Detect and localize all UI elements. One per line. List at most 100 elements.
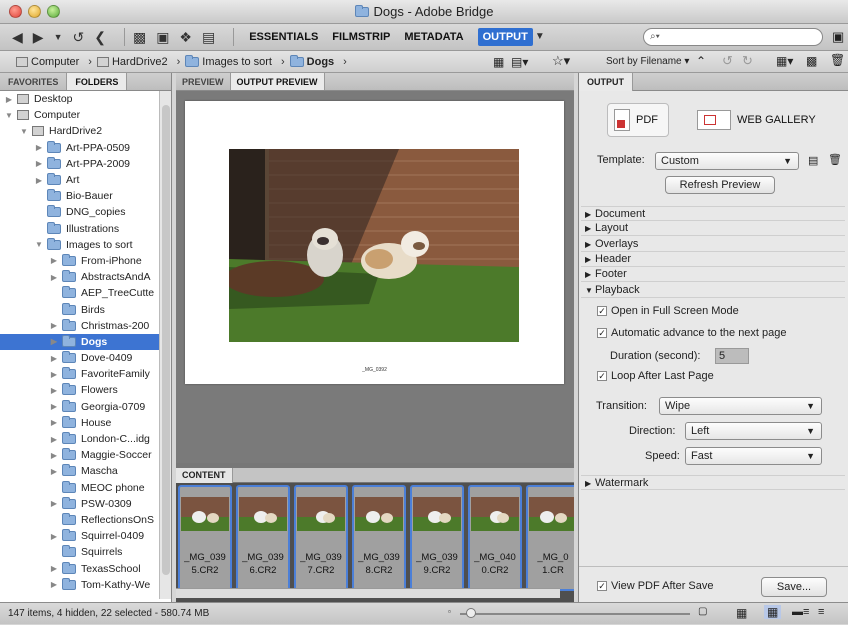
- section-overlays[interactable]: ▶ Overlays: [581, 237, 845, 252]
- save-template-icon[interactable]: ▤: [808, 154, 818, 167]
- disclosure-closed-icon[interactable]: ▶: [4, 95, 14, 104]
- back-arrow-icon[interactable]: ◀: [12, 30, 23, 44]
- folder-tree-item[interactable]: ▶ Dove-0409: [0, 350, 160, 366]
- content-thumbnail[interactable]: _MG_039 7.CR2: [294, 485, 348, 591]
- output-icon[interactable]: ▤: [202, 30, 215, 44]
- breadcrumb-computer[interactable]: Computer: [16, 56, 79, 68]
- folder-tree-item[interactable]: ▶ Christmas-200: [0, 318, 160, 334]
- disclosure-closed-icon[interactable]: ▶: [49, 321, 59, 330]
- content-thumbnail[interactable]: _MG_040 0.CR2: [468, 485, 522, 591]
- folder-tree-item[interactable]: ▶ Desktop: [0, 91, 160, 107]
- disclosure-closed-icon[interactable]: ▶: [49, 386, 59, 395]
- workspace-output[interactable]: OUTPUT: [477, 28, 533, 46]
- tab-content[interactable]: CONTENT: [176, 468, 233, 483]
- folder-tree-item[interactable]: ▼ Images to sort: [0, 237, 160, 253]
- camera-download-icon[interactable]: ▩: [133, 30, 146, 44]
- pdf-output-button[interactable]: PDF: [607, 103, 669, 137]
- content-thumbnail[interactable]: _MG_039 8.CR2: [352, 485, 406, 591]
- refresh-preview-button[interactable]: Refresh Preview: [665, 176, 775, 194]
- forward-arrow-icon[interactable]: ▶: [33, 30, 44, 44]
- folder-tree-item[interactable]: ▶ London-C...idg: [0, 431, 160, 447]
- workspace-filmstrip[interactable]: FILMSTRIP: [332, 31, 390, 43]
- thumbnail-size-slider[interactable]: ▫ ▢: [448, 606, 708, 618]
- open-in-camera-raw-icon[interactable]: ❖: [179, 30, 192, 44]
- disclosure-closed-icon[interactable]: ▶: [49, 564, 59, 573]
- workspace-metadata[interactable]: METADATA: [404, 31, 463, 43]
- section-header[interactable]: ▶ Header: [581, 252, 845, 267]
- disclosure-closed-icon[interactable]: ▶: [49, 370, 59, 379]
- open-recent-icon[interactable]: ▦▾: [776, 54, 793, 68]
- search-input[interactable]: ⌕▾: [643, 28, 823, 46]
- refine-icon[interactable]: ▣: [156, 30, 169, 44]
- disclosure-open-icon[interactable]: ▼: [4, 111, 14, 120]
- folder-tree-item[interactable]: ▶ Art: [0, 172, 160, 188]
- sort-ascending-icon[interactable]: ⌃: [696, 54, 706, 68]
- folder-tree-item[interactable]: ▶ Art-PPA-0509: [0, 140, 160, 156]
- sort-dropdown[interactable]: Sort by Filename ▾: [606, 56, 689, 67]
- lock-thumbnail-grid-icon[interactable]: ▦: [736, 606, 747, 620]
- close-window-button[interactable]: [9, 5, 22, 18]
- disclosure-closed-icon[interactable]: ▶: [49, 532, 59, 541]
- folder-tree-item[interactable]: ▶ FavoriteFamily: [0, 366, 160, 382]
- disclosure-open-icon[interactable]: ▼: [34, 240, 44, 249]
- rotate-left-icon[interactable]: ↺: [722, 53, 733, 69]
- return-icon[interactable]: ❮: [94, 30, 106, 44]
- breadcrumb-dogs[interactable]: Dogs: [289, 54, 334, 68]
- content-thumbnail[interactable]: _MG_039 9.CR2: [410, 485, 464, 591]
- folder-tree-item[interactable]: ▼ Computer: [0, 107, 160, 123]
- disclosure-closed-icon[interactable]: ▶: [49, 467, 59, 476]
- disclosure-closed-icon[interactable]: ▶: [34, 159, 44, 168]
- new-folder-icon[interactable]: ▩: [806, 54, 817, 68]
- folder-tree-scrollbar[interactable]: [159, 91, 171, 599]
- direction-select[interactable]: Left ▼: [685, 422, 822, 440]
- thumbnail-quality-icon[interactable]: ▦: [493, 55, 504, 69]
- disclosure-closed-icon[interactable]: ▶: [34, 143, 44, 152]
- disclosure-closed-icon[interactable]: ▶: [49, 273, 59, 282]
- disclosure-closed-icon[interactable]: ▶: [49, 256, 59, 265]
- folder-tree-item[interactable]: ▶ Squirrel-0409: [0, 528, 160, 544]
- section-watermark[interactable]: ▶ Watermark: [581, 475, 845, 490]
- tab-output[interactable]: OUTPUT: [579, 73, 633, 91]
- section-document[interactable]: ▶ Document: [581, 206, 845, 221]
- section-footer[interactable]: ▶ Footer: [581, 267, 845, 283]
- folder-tree-item[interactable]: DNG_copies: [0, 204, 160, 220]
- folder-tree-item[interactable]: ▶ Art-PPA-2009: [0, 156, 160, 172]
- folder-tree-item[interactable]: ▶ House: [0, 415, 160, 431]
- content-horizontal-scrollbar[interactable]: [176, 588, 560, 598]
- disclosure-closed-icon[interactable]: ▶: [49, 402, 59, 411]
- duration-input[interactable]: 5: [715, 348, 749, 364]
- folder-tree-item[interactable]: AEP_TreeCutte: [0, 285, 160, 301]
- trash-icon[interactable]: 🗑: [830, 53, 845, 67]
- tab-folders[interactable]: FOLDERS: [66, 73, 128, 90]
- folder-tree-item[interactable]: Bio-Bauer: [0, 188, 160, 204]
- view-as-details-icon[interactable]: ▬≡: [792, 606, 809, 618]
- folder-tree-item[interactable]: ▶ TexasSchool: [0, 560, 160, 576]
- content-thumbnail[interactable]: _MG_039 5.CR2: [178, 485, 232, 591]
- content-thumbnail[interactable]: _MG_039 6.CR2: [236, 485, 290, 591]
- folder-tree-item[interactable]: ▶ Flowers: [0, 382, 160, 398]
- folder-tree-item[interactable]: ▶ From-iPhone: [0, 253, 160, 269]
- slider-handle[interactable]: [466, 608, 476, 618]
- auto-advance-checkbox[interactable]: ✓ Automatic advance to the next page: [597, 327, 787, 339]
- folder-tree-item[interactable]: ▶ PSW-0309: [0, 496, 160, 512]
- content-thumbnail[interactable]: _MG_0 1.CR: [526, 485, 574, 591]
- zoom-window-button[interactable]: [47, 5, 60, 18]
- disclosure-closed-icon[interactable]: ▶: [49, 435, 59, 444]
- save-button[interactable]: Save...: [761, 577, 827, 597]
- minimize-window-button[interactable]: [28, 5, 41, 18]
- disclosure-closed-icon[interactable]: ▶: [49, 580, 59, 589]
- web-gallery-button[interactable]: WEB GALLERY: [697, 103, 816, 137]
- scrollbar-thumb[interactable]: [162, 105, 170, 575]
- compact-mode-icon[interactable]: ▣: [832, 29, 844, 45]
- breadcrumb-harddrive[interactable]: HardDrive2: [96, 56, 168, 68]
- folder-tree-item[interactable]: ▶ AbstractsAndA: [0, 269, 160, 285]
- folder-tree-item[interactable]: ReflectionsOnS: [0, 512, 160, 528]
- delete-template-icon[interactable]: 🗑: [828, 153, 842, 166]
- folder-tree-item[interactable]: Squirrels: [0, 544, 160, 560]
- dropdown-icon[interactable]: ▼: [54, 32, 63, 42]
- rotate-right-icon[interactable]: ↻: [742, 53, 753, 69]
- folder-tree-item[interactable]: ▶ Maggie-Soccer: [0, 447, 160, 463]
- tab-preview[interactable]: PREVIEW: [176, 73, 230, 90]
- view-as-thumbnails-icon[interactable]: ▦: [764, 605, 782, 619]
- folder-tree-item[interactable]: Birds: [0, 301, 160, 317]
